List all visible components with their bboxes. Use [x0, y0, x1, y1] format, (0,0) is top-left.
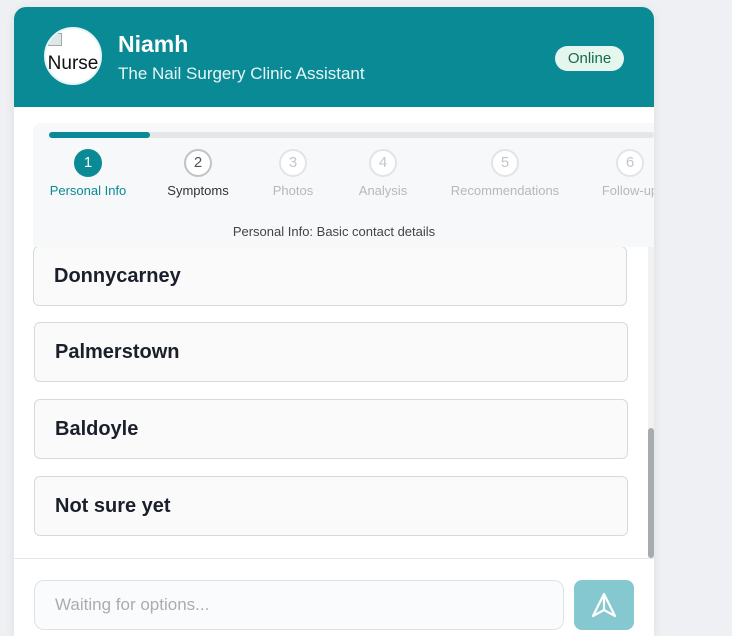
broken-image-icon	[48, 33, 62, 46]
avatar-alt-text: Nurse	[47, 53, 99, 74]
step-number: 6	[616, 149, 644, 177]
step-label: Analysis	[358, 183, 408, 198]
send-button[interactable]	[574, 580, 634, 630]
option-baldoyle[interactable]: Baldoyle	[34, 399, 628, 459]
assistant-subtitle: The Nail Surgery Clinic Assistant	[118, 64, 365, 83]
step-number: 4	[369, 149, 397, 177]
message-input[interactable]	[34, 580, 564, 630]
scrollbar-thumb[interactable]	[648, 428, 654, 558]
options-list: Donnycarney Palmerstown Baldoyle Not sur…	[14, 247, 654, 558]
progress-panel: 1 Personal Info 2 Symptoms 3 Photos 4 An…	[33, 123, 654, 247]
step-label: Follow-up	[601, 183, 654, 198]
assistant-name: Niamh	[118, 31, 189, 57]
chat-header: Nurse Niamh The Nail Surgery Clinic Assi…	[14, 7, 654, 107]
progress-bar	[49, 132, 654, 138]
scrollbar[interactable]	[648, 247, 654, 558]
step-number: 5	[491, 149, 519, 177]
step-recommendations: 5 Recommendations	[435, 149, 575, 198]
avatar: Nurse	[44, 27, 102, 85]
step-description: Personal Info: Basic contact details	[232, 224, 436, 239]
chat-widget: Nurse Niamh The Nail Surgery Clinic Assi…	[14, 7, 654, 636]
send-icon	[591, 592, 617, 618]
step-analysis: 4 Analysis	[313, 149, 453, 198]
step-follow-up: 6 Follow-up	[560, 149, 654, 198]
progress-bar-fill	[49, 132, 151, 138]
step-number: 1	[74, 149, 102, 177]
option-palmerstown[interactable]: Palmerstown	[34, 322, 628, 382]
option-donnycarney[interactable]: Donnycarney	[33, 247, 627, 306]
step-number: 3	[279, 149, 307, 177]
chat-footer	[14, 558, 654, 636]
step-label: Recommendations	[450, 183, 560, 198]
option-not-sure-yet[interactable]: Not sure yet	[34, 476, 628, 536]
step-number: 2	[184, 149, 212, 177]
status-badge: Online	[555, 46, 624, 71]
